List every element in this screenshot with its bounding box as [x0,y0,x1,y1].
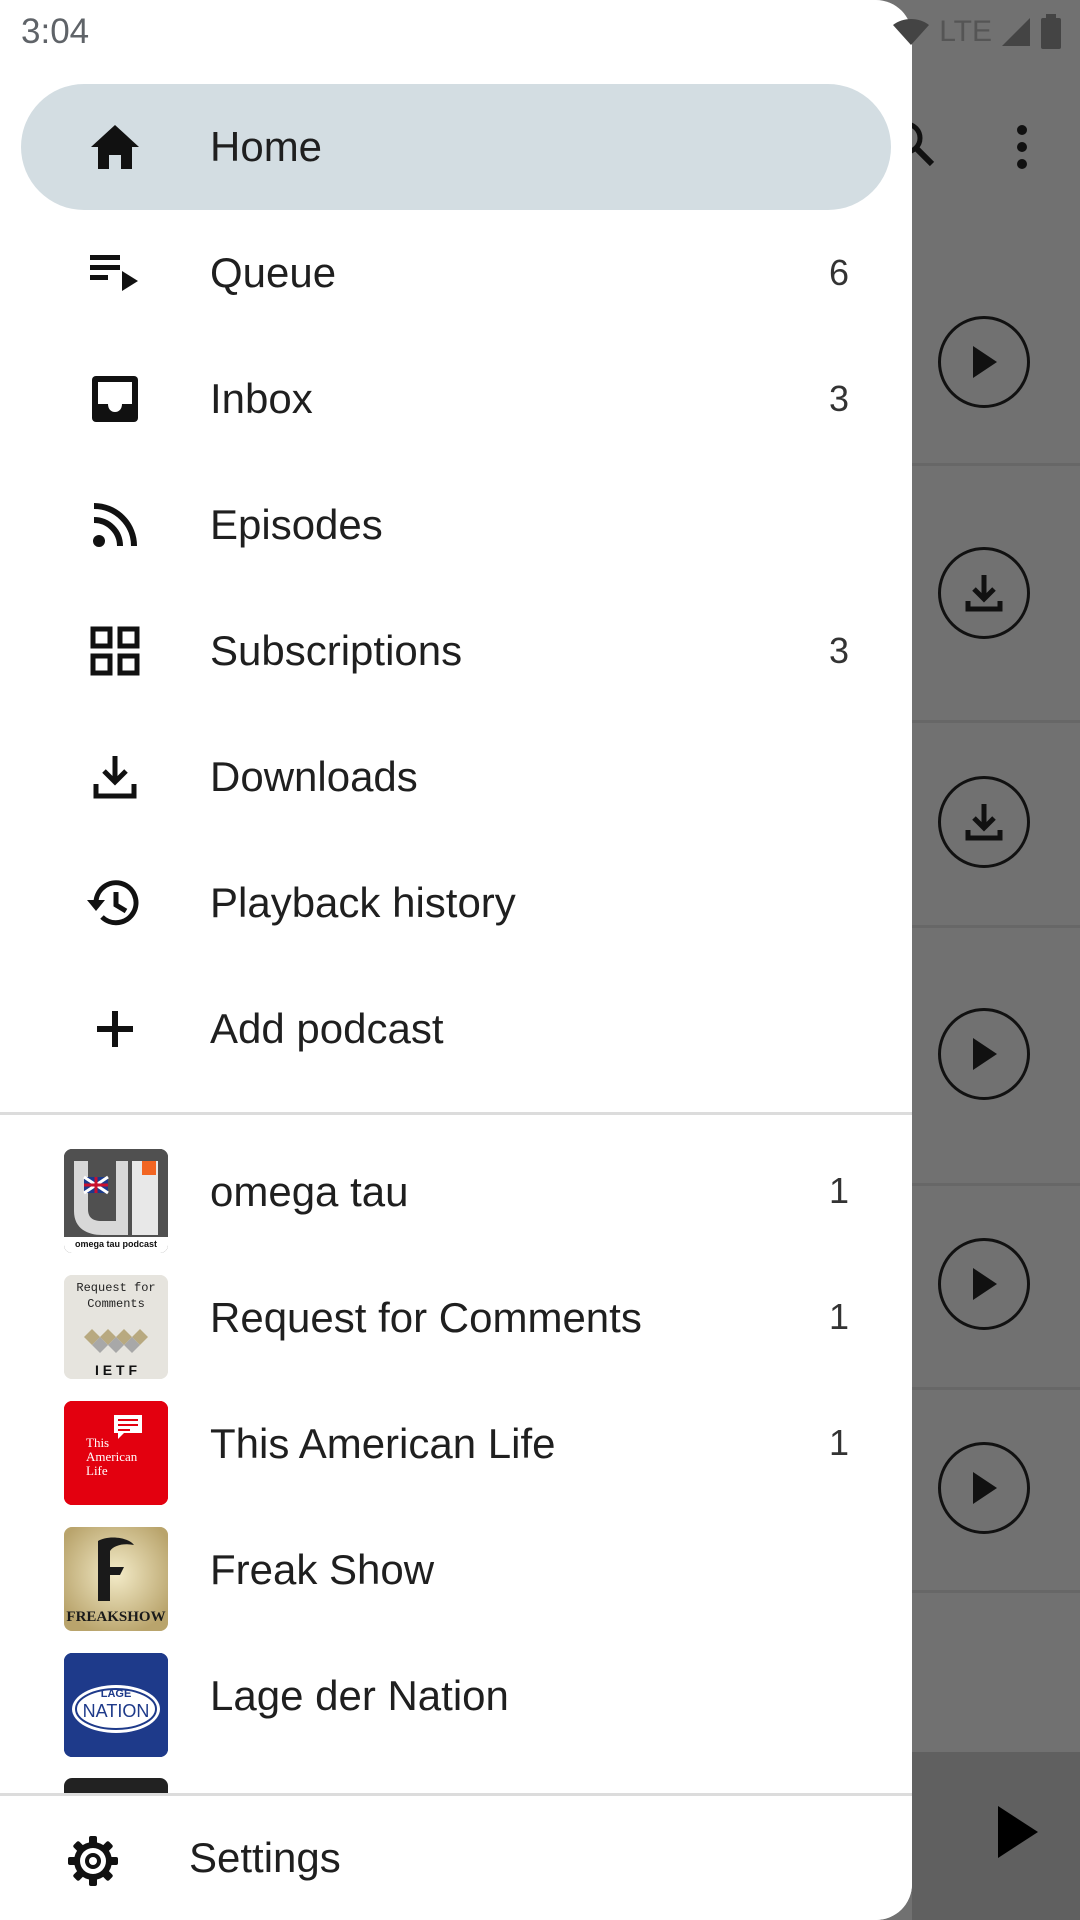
nav-label: Home [210,123,323,170]
divider [912,1183,1080,1186]
status-time: 3:04 [21,12,90,51]
podcast-title: omega tau [210,1168,409,1215]
thumb-text: Request for [76,1281,155,1295]
thumb-text: This [86,1435,109,1450]
podcast-item-this-american-life[interactable]: This American Life This American Life 1 [0,1380,912,1506]
nav-label: Episodes [210,501,383,548]
history-icon [85,873,145,933]
podcast-title: Request for Comments [210,1294,642,1341]
count-badge: 3 [828,378,849,419]
divider [0,1112,912,1115]
podcast-item-omega-tau[interactable]: omega tau podcast omega tau 1 [0,1128,912,1254]
thumb-text: Comments [87,1297,145,1311]
podcast-cover: Request for Comments I E T F [64,1275,168,1379]
nav-item-playback-history[interactable]: Playback history [21,840,891,966]
podcast-cover: LAGE NATION [64,1653,168,1757]
count-badge: 1 [828,1170,849,1211]
count-badge: 1 [828,1422,849,1463]
nav-label: Add podcast [210,1005,444,1052]
thumb-text: NATION [83,1701,150,1721]
download-button[interactable] [938,776,1030,868]
divider [912,925,1080,928]
settings-label: Settings [189,1834,341,1881]
play-button[interactable] [938,1008,1030,1100]
podcast-item-freak-show[interactable]: FREAKSHOW Freak Show [0,1506,912,1632]
podcast-item-request-for-comments[interactable]: Request for Comments I E T F Request for… [0,1254,912,1380]
nav-item-downloads[interactable]: Downloads [21,714,891,840]
mini-player[interactable] [912,1752,1080,1920]
divider [912,463,1080,466]
podcast-cover: FREAKSHOW [64,1527,168,1631]
count-badge: 3 [828,630,849,671]
play-button[interactable] [938,1238,1030,1330]
podcast-item-lage-der-nation[interactable]: LAGE NATION Lage der Nation [0,1632,912,1758]
home-icon [85,117,145,177]
play-button[interactable] [938,1442,1030,1534]
thumb-text: FREAKSHOW [66,1609,165,1625]
podcast-title: Lage der Nation [210,1672,509,1719]
rss-icon [85,495,145,555]
nav-label: Inbox [210,375,313,422]
nav-item-add-podcast[interactable]: Add podcast [21,966,891,1092]
download-icon [85,747,145,807]
status-icons: LTE [891,12,1062,52]
thumb-text: LAGE [101,1688,132,1700]
navigation-drawer: 3:04 Home Queue 6 Inbox 3 Episodes Subsc… [0,0,912,1920]
nav-item-episodes[interactable]: Episodes [21,462,891,588]
nav-label: Downloads [210,753,418,800]
thumb-text: I E T F [95,1362,137,1378]
count-badge: 6 [828,252,849,293]
thumb-text: Life [86,1463,108,1478]
nav-label: Subscriptions [210,627,463,674]
plus-icon [85,999,145,1059]
podcast-title: This American Life [210,1420,556,1467]
nav-item-queue[interactable]: Queue 6 [21,210,891,336]
queue-icon [85,243,145,303]
thumb-text: omega tau podcast [75,1239,157,1249]
inbox-icon [85,369,145,429]
divider [912,720,1080,723]
nav-label: Queue [210,249,337,296]
thumb-text: American [86,1449,138,1464]
gear-icon [66,1834,120,1888]
podcast-title: Freak Show [210,1546,435,1593]
count-badge: 1 [828,1296,849,1337]
settings-button[interactable]: Settings [0,1793,912,1920]
more-options-icon[interactable] [1010,125,1034,174]
divider [912,1387,1080,1390]
nav-item-inbox[interactable]: Inbox 3 [21,336,891,462]
podcast-cover-partial [64,1778,168,1793]
wifi-icon [893,19,930,45]
podcast-cover: This American Life [64,1401,168,1505]
network-type: LTE [939,15,992,48]
signal-icon [1002,18,1030,46]
grid-icon [85,621,145,681]
nav-item-home[interactable]: Home [21,84,891,210]
play-icon[interactable] [994,1802,1042,1862]
nav-item-subscriptions[interactable]: Subscriptions 3 [21,588,891,714]
download-button[interactable] [938,547,1030,639]
divider [912,1590,1080,1593]
battery-icon [1041,14,1061,49]
nav-label: Playback history [210,879,516,926]
podcast-cover: omega tau podcast [64,1149,168,1253]
play-button[interactable] [938,316,1030,408]
